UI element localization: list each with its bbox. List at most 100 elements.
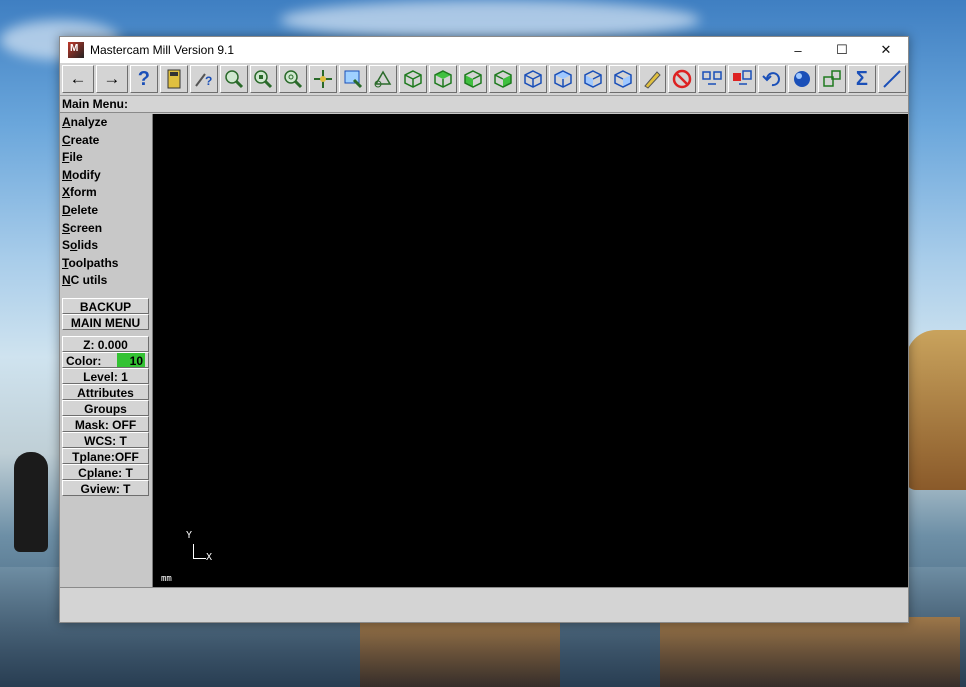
calculator-button[interactable] bbox=[159, 65, 188, 93]
pan-button[interactable] bbox=[309, 65, 338, 93]
menu-item[interactable]: Xform bbox=[60, 184, 152, 202]
cplane-side-button[interactable] bbox=[608, 65, 637, 93]
undo-button[interactable] bbox=[758, 65, 787, 93]
groups-button[interactable]: Groups bbox=[62, 399, 149, 416]
toolbar: ← → ? ? Σ bbox=[60, 63, 908, 96]
mask-button[interactable]: Mask: OFF bbox=[62, 415, 149, 432]
sphere-icon bbox=[794, 71, 811, 87]
forward-button[interactable]: → bbox=[95, 65, 128, 93]
help-button[interactable]: ? bbox=[129, 65, 158, 93]
close-button[interactable]: ✕ bbox=[864, 37, 908, 63]
menu-item[interactable]: Create bbox=[60, 132, 152, 150]
calculator-icon bbox=[167, 69, 181, 89]
color-button[interactable]: Color: 10 bbox=[62, 351, 149, 368]
undo-icon bbox=[762, 72, 781, 87]
menu-item[interactable]: NC utils bbox=[60, 272, 152, 290]
menu-item-label: elete bbox=[70, 202, 99, 217]
copy-button[interactable] bbox=[728, 65, 757, 93]
menu-item-label: reate bbox=[70, 132, 100, 147]
tplane-button[interactable]: Tplane:OFF bbox=[62, 447, 149, 464]
menu-item-hotkey: M bbox=[62, 167, 72, 182]
mastercam-window: M Mastercam Mill Version 9.1 – ☐ ✕ ← → ?… bbox=[59, 36, 909, 623]
title-bar[interactable]: M Mastercam Mill Version 9.1 – ☐ ✕ bbox=[60, 37, 908, 63]
menu-item[interactable]: Modify bbox=[60, 167, 152, 185]
view-iso-button[interactable] bbox=[399, 65, 428, 93]
cube-front-icon bbox=[464, 70, 482, 88]
graphics-viewport[interactable]: Y X mm bbox=[153, 114, 908, 588]
color-label: Color: bbox=[66, 353, 102, 368]
backup-button[interactable]: BACKUP bbox=[62, 297, 149, 314]
axis-x-label: X bbox=[206, 552, 213, 563]
wallpaper-reflection bbox=[360, 617, 560, 687]
prompt-area bbox=[60, 587, 908, 622]
menu-item-prefix: S bbox=[62, 238, 71, 253]
sidebar: Analyze Create File Modify Xform Delete Screen… bbox=[60, 114, 153, 588]
wallpaper-reflection bbox=[660, 617, 960, 687]
zoom-out-button[interactable] bbox=[279, 65, 308, 93]
back-button[interactable]: ← bbox=[62, 65, 94, 93]
menu-item-hotkey: A bbox=[62, 115, 71, 129]
attributes-button[interactable]: Attributes bbox=[62, 383, 149, 400]
menu-item[interactable]: File bbox=[60, 149, 152, 167]
pan-icon bbox=[314, 70, 333, 88]
pencil-button[interactable] bbox=[638, 65, 667, 93]
query-icon: ? bbox=[194, 73, 212, 88]
zoom-out-icon bbox=[284, 70, 303, 89]
cube-blue-side-icon bbox=[613, 70, 632, 88]
menu-item-label: C utils bbox=[70, 273, 108, 288]
menu-item[interactable]: Delete bbox=[60, 202, 152, 220]
z-depth-button[interactable]: Z: 0.000 bbox=[62, 335, 149, 352]
svg-text:?: ? bbox=[205, 74, 212, 88]
cplane-button[interactable]: Cplane: T bbox=[62, 463, 149, 480]
pencil-icon bbox=[644, 71, 662, 89]
window-layout-button[interactable] bbox=[818, 65, 846, 93]
menu-item[interactable]: Screen bbox=[60, 220, 152, 238]
zoom-window-button[interactable] bbox=[219, 65, 248, 93]
zoom-select-icon bbox=[344, 70, 363, 89]
rotate-view-button[interactable] bbox=[369, 65, 398, 93]
level-button[interactable]: Level: 1 bbox=[62, 367, 149, 384]
cplane-front-button[interactable] bbox=[578, 65, 607, 93]
cube-blue-top-icon bbox=[553, 70, 572, 88]
wcs-button[interactable]: WCS: T bbox=[62, 431, 149, 448]
minimize-button[interactable]: – bbox=[776, 37, 820, 63]
cube-blue-front-icon bbox=[583, 70, 602, 88]
menu-item-hotkey: D bbox=[62, 202, 71, 217]
query-button[interactable]: ? bbox=[189, 65, 218, 93]
main-menu-button[interactable]: MAIN MENU bbox=[62, 313, 149, 330]
shade-button[interactable] bbox=[788, 65, 817, 93]
menu-item-label: form bbox=[70, 185, 97, 200]
layout-icon bbox=[823, 70, 841, 87]
translate-icon bbox=[702, 71, 723, 85]
view-top-button[interactable] bbox=[429, 65, 457, 93]
view-front-button[interactable] bbox=[458, 65, 487, 93]
view-side-button[interactable] bbox=[488, 65, 517, 93]
units-label: mm bbox=[161, 574, 172, 584]
zoom-select-button[interactable] bbox=[339, 65, 368, 93]
gview-button[interactable]: Gview: T bbox=[62, 479, 149, 496]
menu-item-hotkey: N bbox=[62, 273, 71, 288]
cube-top-icon bbox=[434, 70, 452, 88]
axis-y-label: Y bbox=[186, 530, 193, 541]
sum-button[interactable]: Σ bbox=[847, 65, 876, 93]
wallpaper-runner bbox=[14, 452, 48, 552]
zoom-window-icon bbox=[224, 70, 243, 89]
maximize-button[interactable]: ☐ bbox=[820, 37, 864, 63]
menu-item-hotkey: X bbox=[62, 185, 71, 200]
cube-outline-icon bbox=[404, 70, 422, 88]
menu-item-label: odify bbox=[72, 167, 101, 182]
cube-blue-icon bbox=[524, 70, 542, 88]
menu-item[interactable]: Analyze bbox=[60, 114, 152, 132]
menu-item-label: creen bbox=[70, 220, 103, 235]
line-button[interactable] bbox=[877, 65, 906, 93]
cplane-iso-button[interactable] bbox=[518, 65, 547, 93]
menu-item[interactable]: Solids bbox=[60, 237, 152, 255]
translate-button[interactable] bbox=[698, 65, 727, 93]
mastercam-app-icon[interactable]: M bbox=[68, 42, 84, 58]
wallpaper-rock bbox=[906, 330, 966, 490]
zoom-in-icon bbox=[254, 70, 273, 89]
no-delete-button[interactable] bbox=[668, 65, 697, 93]
cplane-top-button[interactable] bbox=[548, 65, 577, 93]
zoom-in-button[interactable] bbox=[249, 65, 278, 93]
menu-item[interactable]: Toolpaths bbox=[60, 255, 152, 273]
